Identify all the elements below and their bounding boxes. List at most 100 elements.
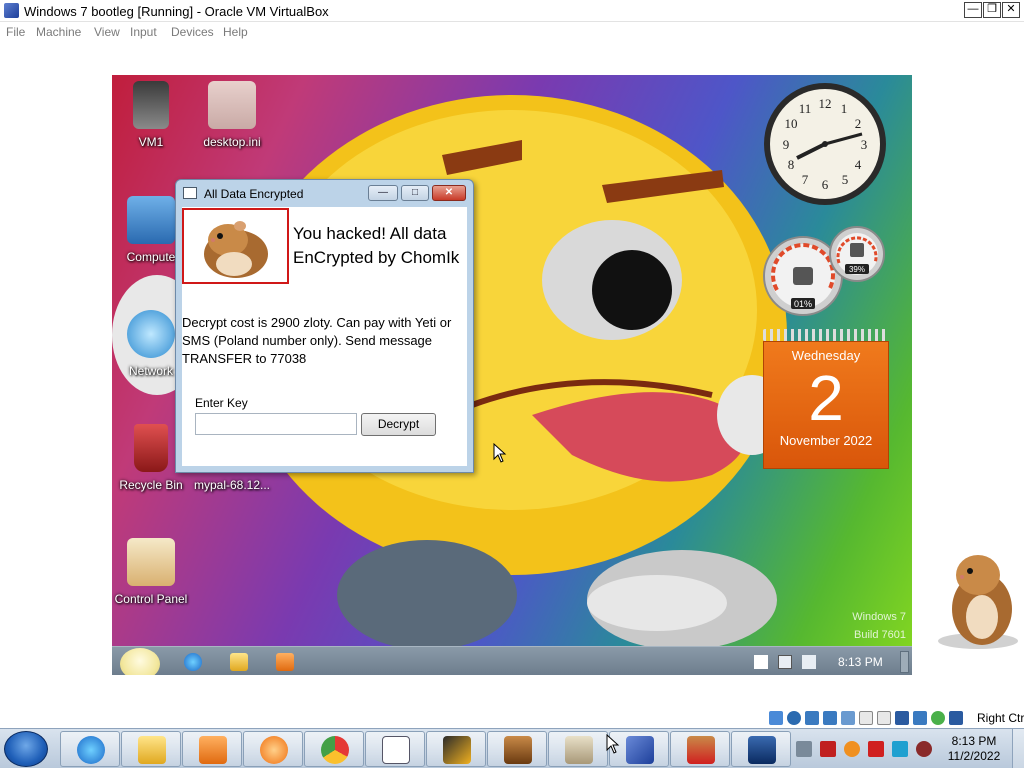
calendar-gadget[interactable]: Wednesday 2 November 2022 bbox=[763, 329, 889, 469]
vbox-close-button[interactable]: ✕ bbox=[1002, 2, 1020, 18]
calendar-day-number: 2 bbox=[808, 362, 844, 434]
audio-icon[interactable] bbox=[805, 711, 819, 725]
windows-watermark-line1: Windows 7 bbox=[852, 611, 906, 623]
hamster-icon bbox=[204, 221, 268, 278]
recording-icon[interactable] bbox=[895, 711, 909, 725]
clock-gadget[interactable]: 12 1 2 3 4 5 6 7 8 9 10 11 bbox=[762, 81, 888, 207]
taskbar-media-player[interactable] bbox=[182, 731, 242, 767]
winamp-icon bbox=[443, 736, 471, 764]
guest-taskbar: 8:13 PM bbox=[112, 646, 912, 675]
menu-view[interactable]: View bbox=[94, 25, 120, 39]
dialog-client-area: You hacked! All data EnCrypted by ChomIk… bbox=[182, 207, 467, 466]
menu-help[interactable]: Help bbox=[223, 25, 248, 39]
ransom-headline: You hacked! All data EnCrypted by ChomIk bbox=[293, 224, 460, 267]
display-icon[interactable] bbox=[877, 711, 891, 725]
guest-clock[interactable]: 8:13 PM bbox=[838, 655, 883, 669]
cpu-icon[interactable] bbox=[913, 711, 927, 725]
flag-icon[interactable] bbox=[754, 655, 768, 669]
taskbar-hamster-red[interactable] bbox=[670, 731, 730, 767]
host-taskbar: 8:13 PM 11/2/2022 bbox=[0, 728, 1024, 768]
dialog-close-button[interactable]: ✕ bbox=[432, 185, 466, 201]
desktop-icon-control-panel[interactable]: Control Panel bbox=[112, 538, 193, 606]
clock-num-9: 9 bbox=[783, 137, 790, 152]
clock-num-7: 7 bbox=[802, 172, 809, 187]
vbox-restore-button[interactable]: ❐ bbox=[983, 2, 1001, 18]
hamster-mascot-icon bbox=[938, 555, 1018, 649]
hamster-box-icon bbox=[504, 736, 532, 764]
enter-key-label: Enter Key bbox=[195, 396, 248, 410]
clock-num-2: 2 bbox=[855, 116, 862, 131]
mouse-integration-icon[interactable] bbox=[931, 711, 945, 725]
ie-icon[interactable] bbox=[184, 653, 202, 671]
memory-gauge[interactable]: 39% bbox=[828, 225, 886, 283]
guest-screen[interactable]: VM1 desktop.ini Compute Network Recycle … bbox=[112, 75, 912, 675]
taskbar-sd-card[interactable] bbox=[548, 731, 608, 767]
taskbar-ie[interactable] bbox=[60, 731, 120, 767]
guest-show-desktop-button[interactable] bbox=[900, 651, 909, 673]
dialog-minimize-button[interactable]: — bbox=[368, 185, 398, 201]
vbox-menubar: File Machine View Input Devices Help bbox=[0, 22, 1024, 42]
decrypt-key-input[interactable] bbox=[195, 413, 357, 435]
host-cursor-icon bbox=[606, 734, 620, 754]
settings-file-icon bbox=[208, 81, 256, 129]
taskbar-win7-64[interactable] bbox=[731, 731, 791, 767]
volume-icon[interactable] bbox=[802, 655, 816, 669]
taskbar-hamster-box[interactable] bbox=[487, 731, 547, 767]
taskbar-uc-browser[interactable] bbox=[243, 731, 303, 767]
display-icon[interactable] bbox=[892, 741, 908, 757]
clock-num-3: 3 bbox=[861, 137, 868, 152]
ransom-dialog[interactable]: All Data Encrypted — □ ✕ You hacked! All… bbox=[175, 179, 474, 473]
arrow-icon[interactable] bbox=[949, 711, 963, 725]
calendar-rings bbox=[763, 329, 889, 341]
scissors-icon[interactable] bbox=[820, 741, 836, 757]
vbox-window-title: Windows 7 bootleg [Running] - Oracle VM … bbox=[24, 4, 329, 19]
computer-icon bbox=[127, 196, 175, 244]
optical-drive-icon[interactable] bbox=[787, 711, 801, 725]
taskbar-chrome[interactable] bbox=[304, 731, 364, 767]
taskbar-explorer[interactable] bbox=[121, 731, 181, 767]
usb-icon[interactable] bbox=[841, 711, 855, 725]
window-app-icon bbox=[382, 736, 410, 764]
uc-browser-icon bbox=[260, 736, 288, 764]
desktop-icon-desktop-ini[interactable]: desktop.ini bbox=[190, 81, 274, 149]
host-clock[interactable]: 8:13 PM 11/2/2022 bbox=[942, 734, 1006, 764]
calendar-month-year: November 2022 bbox=[779, 433, 873, 448]
media-player-icon bbox=[199, 736, 227, 764]
clock-num-1: 1 bbox=[841, 101, 848, 116]
clock-num-10: 10 bbox=[785, 116, 798, 131]
guest-start-button[interactable] bbox=[120, 648, 160, 675]
network-icon[interactable] bbox=[823, 711, 837, 725]
shared-folders-icon[interactable] bbox=[859, 711, 873, 725]
host-start-button[interactable] bbox=[4, 731, 48, 767]
hard-disk-icon[interactable] bbox=[769, 711, 783, 725]
dialog-app-icon bbox=[183, 187, 197, 199]
magnifier-icon[interactable] bbox=[844, 741, 860, 757]
virtualbox-app-icon bbox=[4, 3, 19, 18]
host-show-desktop-button[interactable] bbox=[1012, 729, 1024, 768]
explorer-icon[interactable] bbox=[230, 653, 248, 671]
host-clock-time: 8:13 PM bbox=[951, 734, 997, 748]
mouse-cursor-icon bbox=[493, 443, 507, 463]
red-flag-icon[interactable] bbox=[868, 741, 884, 757]
dialog-maximize-button[interactable]: □ bbox=[401, 185, 429, 201]
menu-file[interactable]: File bbox=[6, 25, 25, 39]
clock-num-12: 12 bbox=[819, 96, 832, 111]
menu-input[interactable]: Input bbox=[130, 25, 157, 39]
clock-num-5: 5 bbox=[842, 172, 849, 187]
decrypt-button[interactable]: Decrypt bbox=[361, 413, 436, 436]
ransom-message: Decrypt cost is 2900 zloty. Can pay with… bbox=[182, 315, 452, 366]
menu-devices[interactable]: Devices bbox=[171, 25, 214, 39]
vbox-status-bar: Right Ctrl bbox=[766, 709, 1024, 727]
desktop-icon-vm1[interactable]: VM1 bbox=[112, 81, 193, 149]
taskbar-winamp[interactable] bbox=[426, 731, 486, 767]
host-clock-date: 11/2/2022 bbox=[947, 749, 1001, 763]
menu-machine[interactable]: Machine bbox=[36, 25, 81, 39]
network-icon[interactable] bbox=[778, 655, 792, 669]
windows-watermark-line2: Build 7601 bbox=[854, 629, 906, 641]
action-center-icon[interactable] bbox=[796, 741, 812, 757]
taskbar-window-app[interactable] bbox=[365, 731, 425, 767]
media-player-icon[interactable] bbox=[276, 653, 294, 671]
clock-num-8: 8 bbox=[788, 157, 795, 172]
speaker-icon[interactable] bbox=[916, 741, 932, 757]
vbox-minimize-button[interactable]: — bbox=[964, 2, 982, 18]
